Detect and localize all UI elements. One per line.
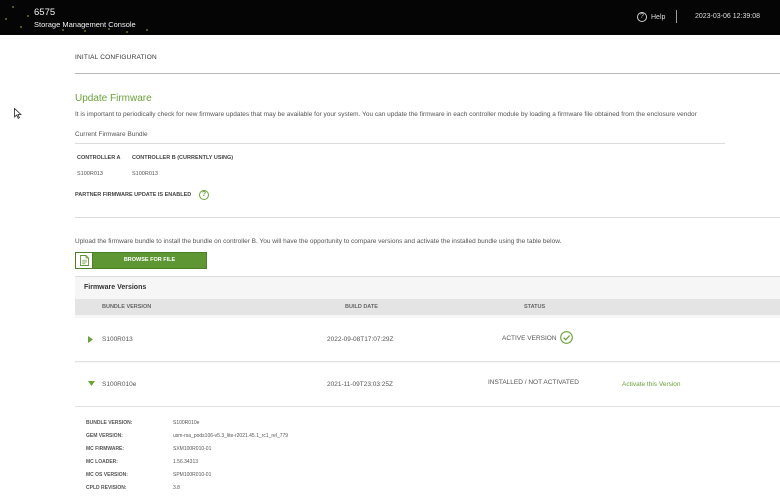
collapse-arrow-icon[interactable] <box>88 381 95 386</box>
firmware-versions-title: Firmware Versions <box>84 284 147 291</box>
current-bundle-heading: Current Firmware Bundle <box>75 131 148 138</box>
version-details: BUNDLE VERSION: S100R010e GEM VERSION: u… <box>75 407 780 504</box>
bundle-divider <box>75 143 725 144</box>
header-divider <box>676 10 677 23</box>
activate-version-link[interactable]: Activate this Version <box>622 381 681 388</box>
detail-value: 1.56.34313 <box>173 459 199 465</box>
row-bundle-version: S100R013 <box>102 336 133 343</box>
detail-value: S100R010e <box>173 420 200 426</box>
help-button[interactable]: ? Help <box>637 12 665 22</box>
row-build-date: 2021-11-09T23:03:25Z <box>327 381 394 388</box>
controller-b-label: CONTROLLER B (CURRENTLY USING) <box>132 155 234 161</box>
header-sparkle <box>126 31 128 33</box>
detail-label: MC LOADER: <box>86 459 118 465</box>
page-title: Update Firmware <box>75 93 152 104</box>
column-status: STATUS <box>524 304 546 310</box>
detail-label: BUNDLE VERSION: <box>86 420 133 426</box>
firmware-versions-panel: Firmware Versions BUNDLE VERSION BUILD D… <box>75 276 780 504</box>
column-bundle-version: BUNDLE VERSION <box>102 304 152 310</box>
breadcrumb-divider <box>75 73 780 74</box>
row-status: INSTALLED / NOT ACTIVATED <box>488 379 579 386</box>
column-build-date: BUILD DATE <box>345 304 378 310</box>
controller-a-label: CONTROLLER A <box>77 155 121 161</box>
header-sparkle <box>5 18 7 20</box>
breadcrumb: INITIAL CONFIGURATION <box>75 54 157 61</box>
checkmark-circle-icon <box>560 331 573 344</box>
header-sparkle <box>27 15 29 17</box>
controller-b-version: S100R013 <box>132 171 158 177</box>
intro-text: It is important to periodically check fo… <box>75 111 697 118</box>
detail-value: SXM100R010-01 <box>173 446 212 452</box>
help-label: Help <box>651 13 666 21</box>
browse-for-file-label: BROWSE FOR FILE <box>123 257 176 263</box>
detail-label: MC OS VERSION: <box>86 472 128 478</box>
header-datetime: 2023-03-06 12:39:08 <box>695 13 760 20</box>
question-circle-icon[interactable]: ? <box>199 190 209 200</box>
detail-value: usm-rsa_pods106-v5.3_lite-r2021.45.1_rc1… <box>173 433 289 439</box>
header-sparkle <box>12 6 14 8</box>
header-sparkle <box>84 30 86 32</box>
row-bundle-version: S100R010e <box>102 381 137 388</box>
controller-a-version: S100R013 <box>77 171 103 177</box>
browse-icon-box <box>76 253 93 268</box>
system-id: 6575 <box>34 7 56 18</box>
file-upload-icon <box>79 255 89 266</box>
detail-label: CPLD REVISION: <box>86 485 127 491</box>
cursor-arrow-icon <box>14 108 22 119</box>
top-header: 6575 Storage Management Console ? Help 2… <box>0 0 780 35</box>
detail-value: 3.8 <box>173 485 180 491</box>
help-circle-icon: ? <box>637 12 647 22</box>
header-sparkle <box>146 29 148 31</box>
row-build-date: 2022-09-08T17:07:29Z <box>327 336 394 343</box>
detail-value: SPM100R010-01 <box>173 472 212 478</box>
expand-arrow-icon[interactable] <box>88 336 93 343</box>
browse-for-file-button[interactable]: BROWSE FOR FILE <box>75 252 207 269</box>
detail-label: MC FIRMWARE: <box>86 446 125 452</box>
detail-label: GEM VERSION: <box>86 433 123 439</box>
upload-instructions: Upload the firmware bundle to install th… <box>75 238 562 245</box>
table-header: BUNDLE VERSION BUILD DATE STATUS <box>75 299 780 315</box>
partner-update-status: PARTNER FIRMWARE UPDATE IS ENABLED <box>75 192 192 198</box>
app-name: Storage Management Console <box>34 20 136 29</box>
table-row[interactable]: S100R010e 2021-11-09T23:03:25Z INSTALLED… <box>75 363 780 407</box>
header-sparkle <box>20 26 22 28</box>
row-status: ACTIVE VERSION <box>502 335 557 342</box>
table-row[interactable]: S100R013 2022-09-08T17:07:29Z ACTIVE VER… <box>75 318 780 362</box>
header-sparkle <box>62 29 64 31</box>
section-divider <box>75 217 780 218</box>
